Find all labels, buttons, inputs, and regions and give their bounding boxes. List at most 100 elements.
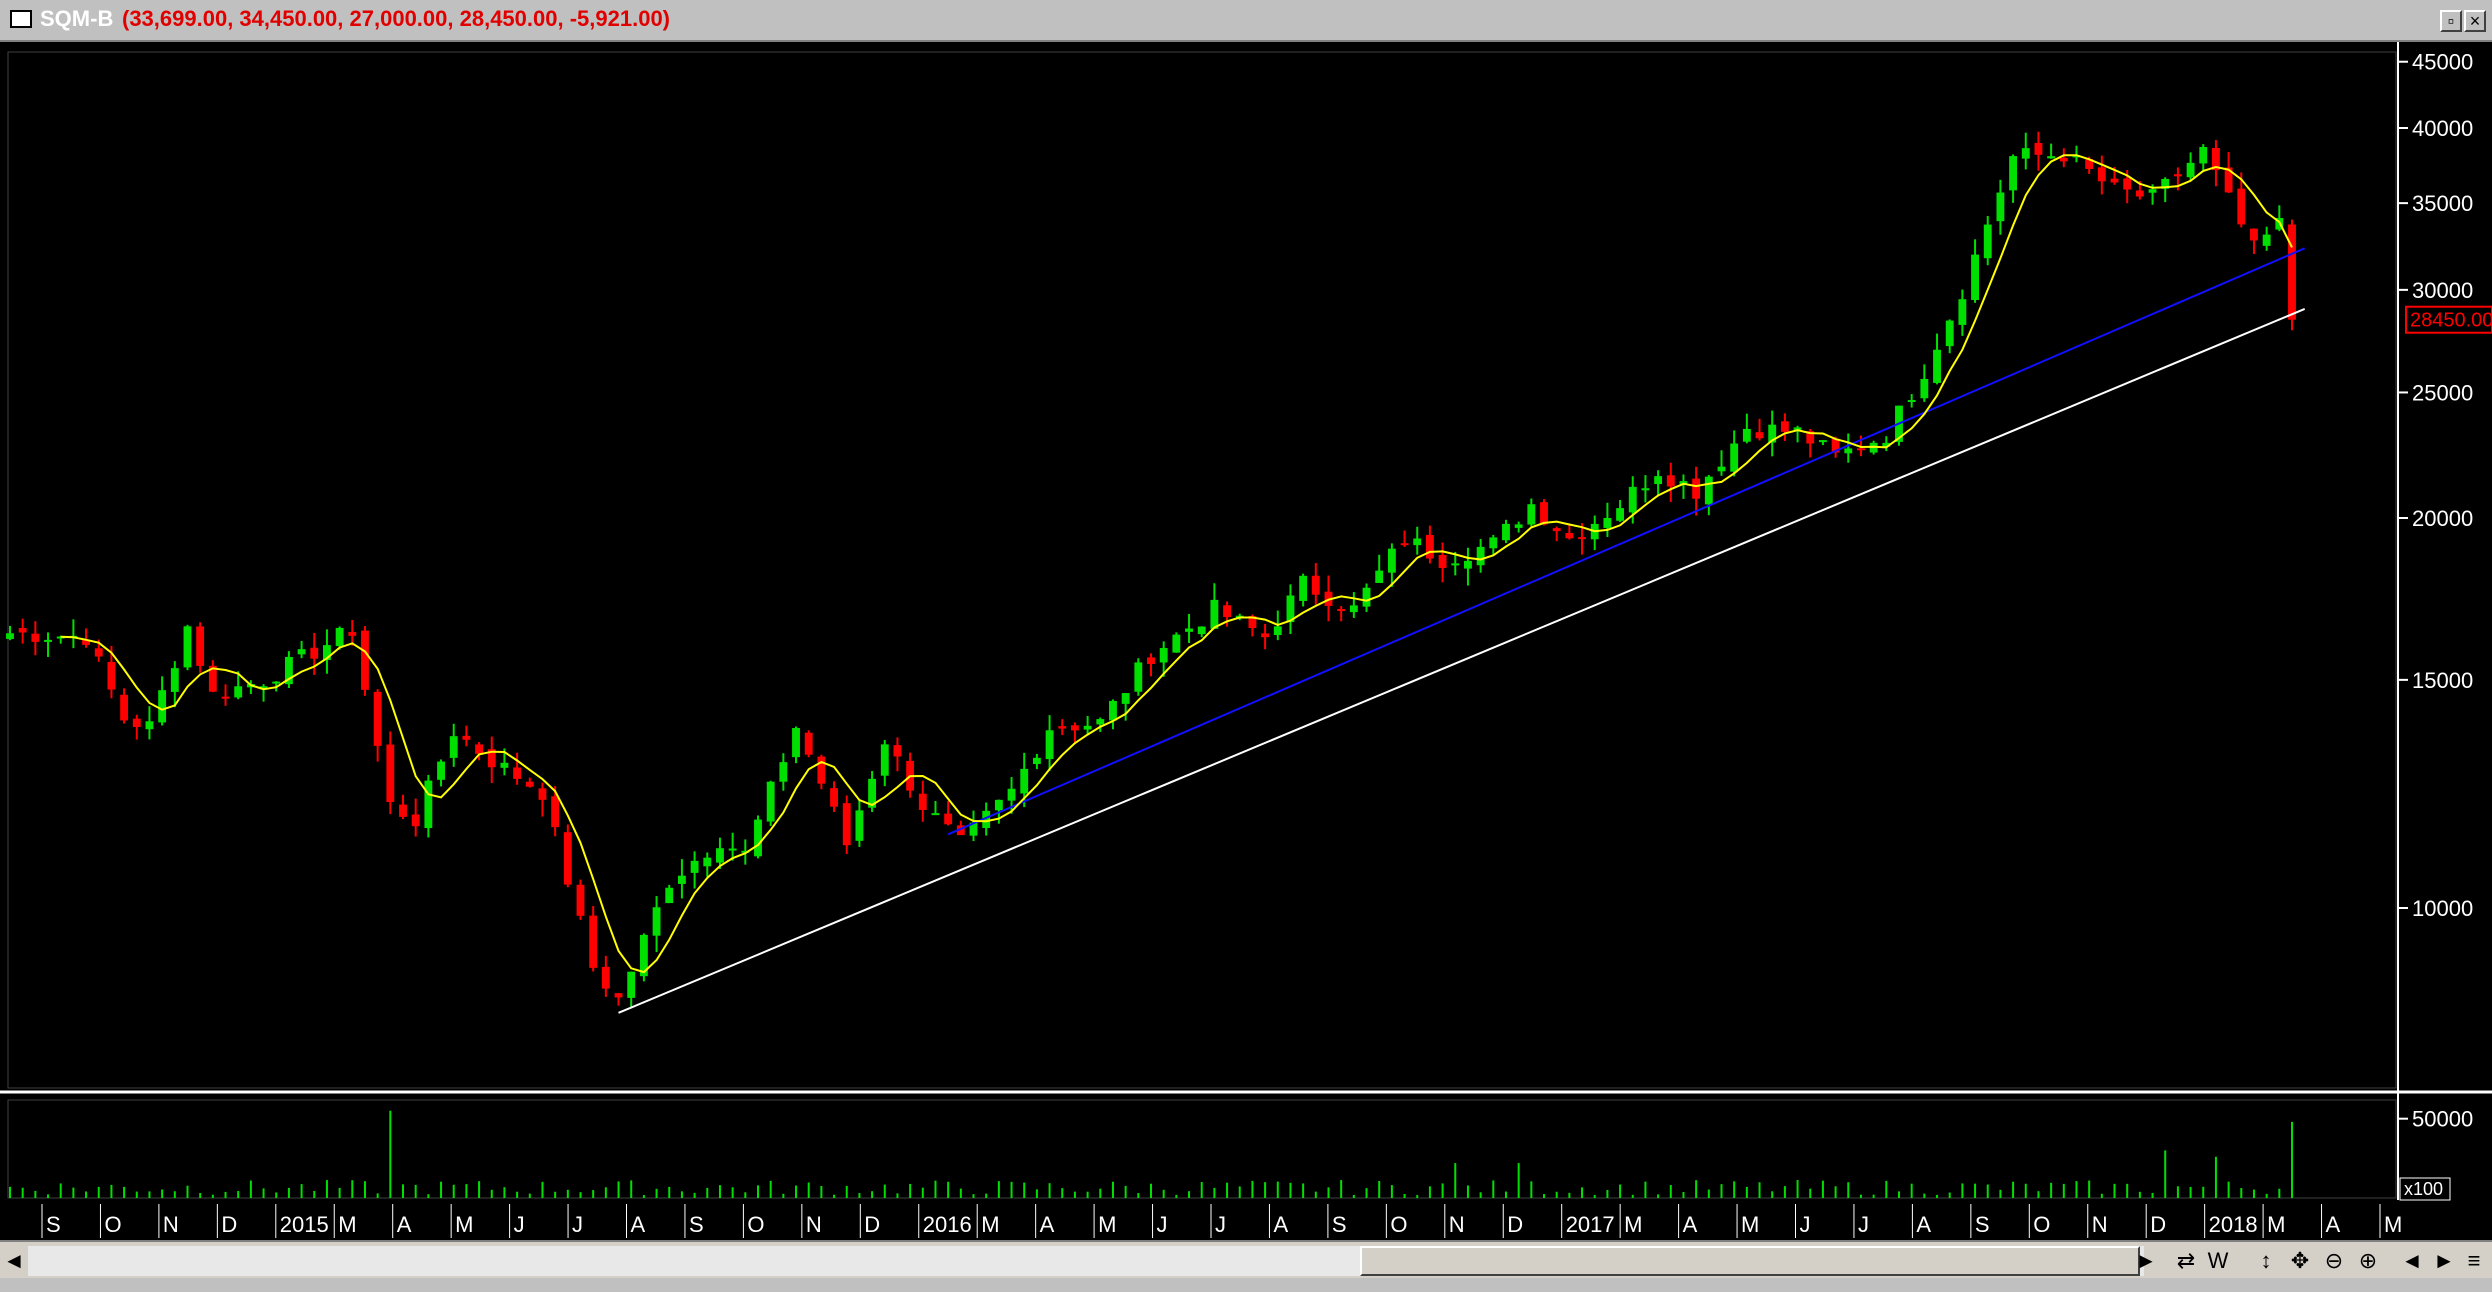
weekly-icon[interactable]: W xyxy=(2204,1246,2232,1276)
date-label: J xyxy=(514,1212,525,1237)
price-tick-label: 40000 xyxy=(2412,116,2473,141)
candle-body xyxy=(1425,534,1434,559)
candle-body xyxy=(563,832,572,885)
candle-body xyxy=(728,848,737,851)
move-vertical-icon[interactable]: ↕ xyxy=(2252,1246,2280,1276)
candle-body xyxy=(1502,523,1510,541)
candle-body xyxy=(1007,788,1016,801)
candle-body xyxy=(2021,148,2030,159)
candle-body xyxy=(1945,320,1954,347)
candle-body xyxy=(1514,524,1523,528)
price-tick-label: 30000 xyxy=(2412,278,2473,303)
candle-body xyxy=(2097,167,2106,182)
last-price-value: 28450.00 xyxy=(2410,310,2492,332)
date-label: A xyxy=(397,1212,412,1237)
candle-body xyxy=(652,907,661,936)
candle-body xyxy=(335,627,344,647)
date-label: A xyxy=(1916,1212,1931,1237)
candle-body xyxy=(1223,605,1231,618)
candle-body xyxy=(614,993,623,998)
scroll-left-icon[interactable]: ◄ xyxy=(2,1246,26,1276)
candle-body xyxy=(1058,726,1067,729)
candle-body xyxy=(170,668,179,692)
candle-body xyxy=(1273,626,1282,635)
candle-body xyxy=(538,788,547,800)
date-label: J xyxy=(572,1212,583,1237)
price-chart[interactable]: 45000 40000 35000 30000 25000 20000 15000 10000… xyxy=(0,42,2492,1240)
date-label: M xyxy=(338,1212,356,1237)
window-icon[interactable] xyxy=(10,10,32,28)
candle-body xyxy=(1083,725,1092,730)
candle-body xyxy=(1362,587,1371,607)
candle-body xyxy=(18,627,27,633)
candle-body xyxy=(754,819,762,857)
scroll-right-icon[interactable]: ► xyxy=(2134,1246,2158,1276)
cycle-icon[interactable]: ⇄ xyxy=(2172,1246,2200,1276)
candle-body xyxy=(272,681,281,684)
candle-body xyxy=(2047,156,2056,159)
price-tick-label: 35000 xyxy=(2412,191,2473,216)
menu-icon[interactable]: ≡ xyxy=(2462,1246,2486,1276)
date-label: D xyxy=(221,1212,237,1237)
next-icon[interactable]: ► xyxy=(2432,1246,2456,1276)
candle-body xyxy=(2262,234,2271,246)
candle-body xyxy=(196,626,205,666)
restore-button[interactable]: ▫ xyxy=(2440,10,2462,32)
candle-body xyxy=(1844,448,1853,454)
candle-body xyxy=(1045,730,1054,760)
horizontal-scrollbar[interactable]: ◄ ► ⇄ W ↕ ✥ ⊖ ⊕ ◄ ► ≡ xyxy=(0,1240,2492,1280)
candle-body xyxy=(1755,432,1764,439)
candle-body xyxy=(1641,488,1650,491)
date-label: M xyxy=(1741,1212,1759,1237)
candle-body xyxy=(1603,517,1612,528)
date-label: 2015 xyxy=(280,1212,329,1237)
date-label: N xyxy=(163,1212,179,1237)
date-label: N xyxy=(1449,1212,1465,1237)
candle-body xyxy=(601,966,610,989)
price-tick-label: 25000 xyxy=(2412,380,2473,405)
candle-body xyxy=(1185,628,1193,632)
candle-body xyxy=(1375,570,1384,583)
move-icon[interactable]: ✥ xyxy=(2286,1246,2314,1276)
price-tick-label: 45000 xyxy=(2412,50,2473,75)
close-button[interactable]: × xyxy=(2464,10,2486,32)
date-label: N xyxy=(806,1212,822,1237)
candle-body xyxy=(1983,224,1992,259)
candle-body xyxy=(6,633,14,639)
candle-body xyxy=(1666,475,1675,487)
candle-body xyxy=(1451,563,1460,566)
candle-body xyxy=(1818,440,1827,443)
candle-body xyxy=(627,971,636,998)
date-label: A xyxy=(631,1212,646,1237)
candle-body xyxy=(120,694,129,721)
date-label: M xyxy=(1098,1212,1116,1237)
date-label: S xyxy=(689,1212,704,1237)
candle-body xyxy=(690,860,699,873)
date-label: M xyxy=(455,1212,473,1237)
candle-body xyxy=(1971,254,1979,301)
zoom-in-icon[interactable]: ⊕ xyxy=(2354,1246,2382,1276)
candle-body xyxy=(1616,508,1625,521)
symbol-label: SQM-B xyxy=(40,6,114,31)
candle-body xyxy=(1780,421,1789,432)
candle-body xyxy=(551,796,560,828)
date-label: M xyxy=(981,1212,999,1237)
candle-body xyxy=(513,767,522,779)
date-label: 2018 xyxy=(2209,1212,2258,1237)
candle-body xyxy=(918,793,927,810)
scroll-thumb[interactable] xyxy=(1360,1246,2140,1276)
zoom-out-icon[interactable]: ⊖ xyxy=(2320,1246,2348,1276)
candle-body xyxy=(2186,162,2195,178)
date-label: M xyxy=(1624,1212,1642,1237)
candle-body xyxy=(1020,768,1029,794)
date-label: J xyxy=(1157,1212,1168,1237)
candle-body xyxy=(817,756,826,784)
candle-body xyxy=(2135,190,2144,197)
candle-body xyxy=(183,626,192,668)
candle-body xyxy=(1387,548,1396,573)
candle-body xyxy=(2288,224,2296,320)
prev-icon[interactable]: ◄ xyxy=(2400,1246,2424,1276)
candle-body xyxy=(449,736,458,758)
candle-body xyxy=(1527,504,1536,525)
candle-body xyxy=(1311,575,1320,595)
